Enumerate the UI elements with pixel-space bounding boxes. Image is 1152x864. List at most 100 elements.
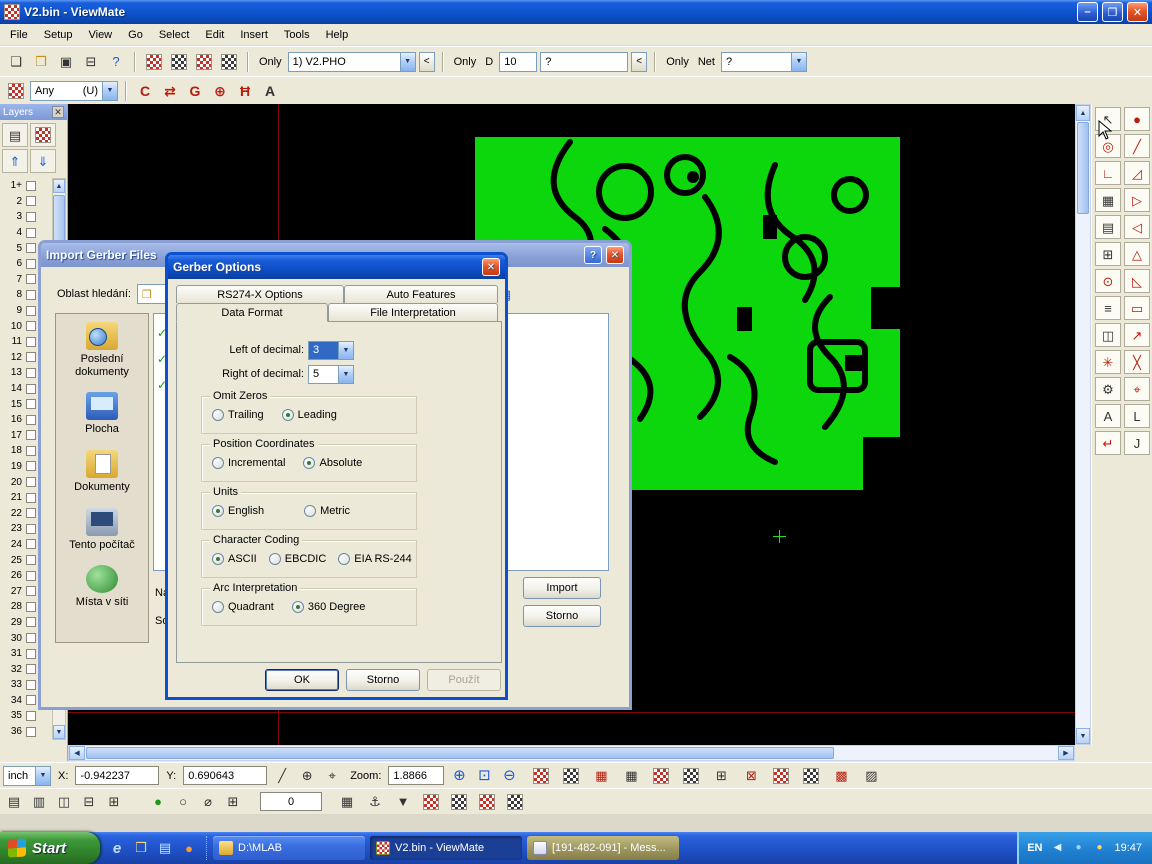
radio-quadrant[interactable]: Quadrant — [212, 601, 274, 613]
scroll-right-icon[interactable]: ▶ — [1058, 746, 1074, 760]
g-command-icon[interactable]: G — [184, 80, 206, 102]
origin-tool-icon[interactable]: ⊕ — [296, 765, 318, 787]
layer-visibility-checkbox[interactable] — [26, 181, 36, 191]
aperture-text-icon[interactable]: A — [259, 80, 281, 102]
layer-visibility-checkbox[interactable] — [26, 571, 36, 581]
hatch-grid-icon-1[interactable]: ▩ — [830, 765, 852, 787]
aperture-filter-combo[interactable]: Any (U) ▼ — [30, 81, 118, 101]
pad-grid-icon-1[interactable]: ▦ — [590, 765, 612, 787]
trace-tool-icon[interactable]: ╱ — [1124, 134, 1150, 158]
chevron-down-icon[interactable]: ▼ — [35, 767, 50, 785]
menu-file[interactable]: File — [2, 26, 36, 44]
place-documents[interactable]: Dokumenty — [58, 450, 146, 494]
clock[interactable]: 19:47 — [1114, 842, 1142, 854]
c-command-icon[interactable]: C — [134, 80, 156, 102]
menu-edit[interactable]: Edit — [197, 26, 232, 44]
unit-combo[interactable]: inch ▼ — [3, 766, 51, 786]
layer-visibility-checkbox[interactable] — [26, 259, 36, 269]
j-text-tool-icon[interactable]: J — [1124, 431, 1150, 455]
circle-tool-icon[interactable]: ⊙ — [1095, 269, 1121, 293]
layer-table-icon[interactable] — [168, 51, 190, 73]
vertical-scrollbar-thumb[interactable] — [1077, 122, 1089, 214]
gear-tool-icon[interactable]: ⚙ — [1095, 377, 1121, 401]
tab-rs274x-options[interactable]: RS274-X Options — [176, 285, 344, 303]
canvas-vertical-scrollbar[interactable]: ▲ ▼ — [1075, 104, 1091, 745]
firefox-quicklaunch-icon[interactable]: ● — [180, 839, 198, 857]
tab-data-format[interactable]: Data Format — [176, 303, 328, 322]
cross-tool-icon[interactable]: ╳ — [1124, 350, 1150, 374]
layer-prev-button[interactable]: < — [419, 52, 435, 72]
layer-visibility-checkbox[interactable] — [26, 617, 36, 627]
ok-button[interactable]: OK — [265, 669, 339, 691]
layer-down-icon[interactable]: ⇓ — [30, 149, 56, 173]
diameter-icon[interactable]: ⌀ — [197, 791, 219, 813]
aperture-grid-icon[interactable] — [5, 80, 27, 102]
menu-setup[interactable]: Setup — [36, 26, 81, 44]
close-button[interactable]: ✕ — [1127, 2, 1148, 22]
aperture-pattern-icon-5[interactable] — [770, 765, 792, 787]
aperture-pattern-icon-4[interactable] — [680, 765, 702, 787]
new-file-icon[interactable]: ❏ — [5, 51, 27, 73]
gerber-cancel-button[interactable]: Storno — [346, 669, 420, 691]
frame-tool-icon[interactable]: ◫ — [1095, 323, 1121, 347]
chevron-down-icon[interactable]: ▼ — [400, 53, 415, 71]
dcode-value-field[interactable]: 10 — [499, 52, 537, 72]
dcode-query-field[interactable]: ? — [540, 52, 628, 72]
place-desktop[interactable]: Plocha — [58, 392, 146, 436]
grid-large-icon-2[interactable]: ⊠ — [740, 765, 762, 787]
y-coordinate-field[interactable]: 0.690643 — [183, 766, 267, 785]
layer-visibility-checkbox[interactable] — [26, 352, 36, 362]
open-file-icon[interactable]: ❒ — [30, 51, 52, 73]
aperture-pattern-icon-1[interactable] — [530, 765, 552, 787]
measure-tool-icon[interactable]: ╱ — [271, 765, 293, 787]
dcode-grid-icon[interactable] — [193, 51, 215, 73]
sel-pattern-icon-4[interactable] — [504, 791, 526, 813]
paste-layer-icon[interactable]: ▥ — [28, 791, 50, 813]
swap-layer-icon[interactable]: ◫ — [53, 791, 75, 813]
layer-visibility-checkbox[interactable] — [26, 243, 36, 253]
l-text-tool-icon[interactable]: L — [1124, 404, 1150, 428]
radio-ascii[interactable]: ASCII — [212, 553, 257, 565]
layer-visibility-checkbox[interactable] — [26, 602, 36, 612]
only-net-label[interactable]: Only — [663, 56, 692, 68]
place-my-computer[interactable]: Tento počítač — [58, 508, 146, 552]
layer-visibility-checkbox[interactable] — [26, 196, 36, 206]
layers-scrollbar-thumb[interactable] — [53, 195, 65, 241]
chevron-down-icon[interactable]: ▼ — [102, 82, 117, 100]
save-icon[interactable]: ▣ — [55, 51, 77, 73]
arrow-tool-icon[interactable]: ↗ — [1124, 323, 1150, 347]
chevron-down-icon[interactable]: ▼ — [791, 53, 806, 71]
zoom-window-icon[interactable]: ⊡ — [473, 765, 495, 787]
gerber-dialog-titlebar[interactable]: Gerber Options ✕ — [168, 255, 505, 279]
start-button[interactable]: Start — [0, 832, 100, 864]
context-help-icon[interactable]: ? — [105, 51, 127, 73]
menu-view[interactable]: View — [80, 26, 120, 44]
layer-visibility-checkbox[interactable] — [26, 555, 36, 565]
sel-pattern-icon-1[interactable] — [420, 791, 442, 813]
layer-row[interactable]: 36 — [0, 724, 52, 740]
zoom-in-icon[interactable]: ⊕ — [448, 765, 470, 787]
sel-pattern-icon-2[interactable] — [448, 791, 470, 813]
dot-grid-icon[interactable]: ▦ — [336, 791, 358, 813]
place-network[interactable]: Místa v síti — [58, 565, 146, 609]
chevron-down-icon[interactable]: ▼ — [338, 342, 353, 359]
enter-tool-icon[interactable]: ↵ — [1095, 431, 1121, 455]
layer-row[interactable]: 2 — [0, 194, 52, 210]
right-decimal-combo[interactable]: 5 ▼ — [308, 365, 354, 384]
star-tool-icon[interactable]: ✳ — [1095, 350, 1121, 374]
menu-go[interactable]: Go — [120, 26, 151, 44]
menu-help[interactable]: Help — [318, 26, 357, 44]
net-combo[interactable]: ? ▼ — [721, 52, 807, 72]
desktop-quicklaunch-icon[interactable]: ▤ — [156, 839, 174, 857]
tab-file-interpretation[interactable]: File Interpretation — [328, 303, 498, 321]
zoom-value-field[interactable]: 1.8866 — [388, 766, 444, 785]
task-message[interactable]: [191-482-091] - Mess... — [527, 836, 679, 860]
dialog-help-icon[interactable]: ? — [584, 246, 602, 264]
zoom-out-icon[interactable]: ⊖ — [498, 765, 520, 787]
layer-visibility-checkbox[interactable] — [26, 415, 36, 425]
horizontal-scrollbar-thumb[interactable] — [86, 747, 834, 759]
dcode-prev-button[interactable]: < — [631, 52, 647, 72]
chevron-down-icon[interactable]: ▼ — [338, 366, 353, 383]
layers-panel-close-icon[interactable]: ✕ — [52, 106, 64, 118]
layer-visibility-checkbox[interactable] — [26, 493, 36, 503]
